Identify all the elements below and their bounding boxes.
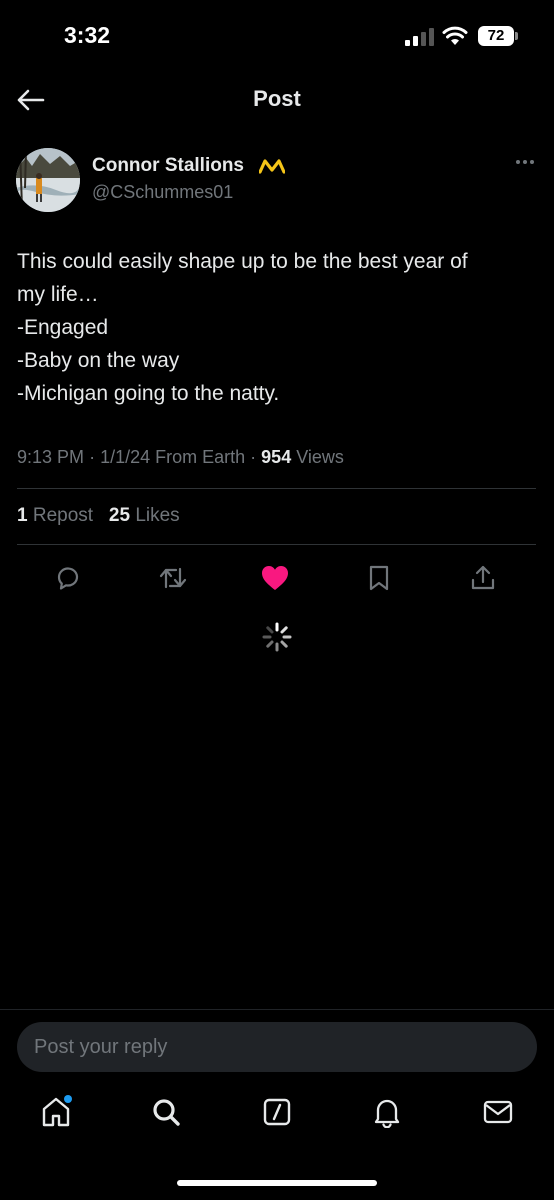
tab-search[interactable] <box>144 1090 188 1134</box>
wifi-icon <box>442 26 468 45</box>
views-count: 954 <box>261 447 292 467</box>
bookmark-icon <box>369 565 389 591</box>
post-text: This could easily shape up to be the bes… <box>17 245 542 410</box>
heart-icon <box>262 566 288 590</box>
post-time: 9:13 PM <box>17 447 85 467</box>
post-text-line: This could easily shape up to be the bes… <box>17 250 468 273</box>
grok-icon <box>263 1098 291 1126</box>
post-meta: 9:13 PM · 1/1/24 From Earth · 954 Views <box>17 447 344 468</box>
header: Post <box>0 72 554 130</box>
avatar-image <box>16 148 80 212</box>
notification-dot <box>64 1095 72 1103</box>
divider <box>17 544 536 545</box>
post-author: Connor Stallions @CSchummes01 <box>16 146 538 216</box>
likes-count: 25 <box>108 505 131 526</box>
tab-notifications[interactable] <box>365 1090 409 1134</box>
post-source: From Earth <box>155 447 246 467</box>
tab-messages[interactable] <box>476 1090 520 1134</box>
crown-icon <box>259 159 285 174</box>
post-text-line: my life… <box>17 283 99 306</box>
post-text-line: -Baby on the way <box>17 349 180 372</box>
status-time: 3:32 <box>64 22 111 48</box>
home-indicator <box>177 1180 377 1186</box>
status-bar: 3:32 72 <box>0 0 554 72</box>
more-dot-icon <box>516 160 520 164</box>
bottom-tab-bar <box>0 1090 554 1150</box>
avatar[interactable] <box>16 148 80 212</box>
battery-indicator: 72 <box>478 26 518 46</box>
page-title: Post <box>253 86 301 111</box>
share-icon <box>471 565 495 590</box>
cellular-signal-icon <box>405 28 434 46</box>
reposts-stat[interactable]: 1 Repost <box>17 505 98 526</box>
repost-icon <box>159 567 187 589</box>
likes-label: Likes <box>135 505 180 526</box>
post-text-line: -Engaged <box>17 316 109 339</box>
separator-dot: · <box>250 447 262 467</box>
separator-dot: · <box>89 447 101 467</box>
post-actions <box>0 561 554 595</box>
reply-input[interactable] <box>17 1022 537 1072</box>
tab-home[interactable] <box>34 1090 78 1134</box>
more-dot-icon <box>523 160 527 164</box>
post-date[interactable]: 1/1/24 <box>100 447 150 467</box>
views-label: Views <box>296 447 344 467</box>
notifications-icon <box>374 1099 400 1128</box>
divider <box>17 488 536 489</box>
share-button[interactable] <box>466 561 500 595</box>
reply-icon <box>57 567 79 590</box>
reposts-label: Repost <box>32 505 94 526</box>
post-stats: 1 Repost 25 Likes <box>17 505 180 527</box>
search-icon <box>153 1099 180 1126</box>
reposts-count: 1 <box>17 505 28 526</box>
divider <box>0 1009 554 1010</box>
reply-button[interactable] <box>51 561 85 595</box>
repost-button[interactable] <box>156 561 190 595</box>
bookmark-button[interactable] <box>362 561 396 595</box>
more-options-button[interactable] <box>512 156 538 168</box>
tab-grok[interactable] <box>255 1090 299 1134</box>
post-text-line: -Michigan going to the natty. <box>17 382 280 405</box>
likes-stat[interactable]: 25 Likes <box>109 505 180 526</box>
like-button[interactable] <box>258 561 292 595</box>
messages-icon <box>483 1100 513 1124</box>
more-dot-icon <box>530 160 534 164</box>
author-name[interactable]: Connor Stallions <box>92 155 244 177</box>
author-handle[interactable]: @CSchummes01 <box>92 182 233 203</box>
loading-spinner-icon <box>262 622 292 652</box>
